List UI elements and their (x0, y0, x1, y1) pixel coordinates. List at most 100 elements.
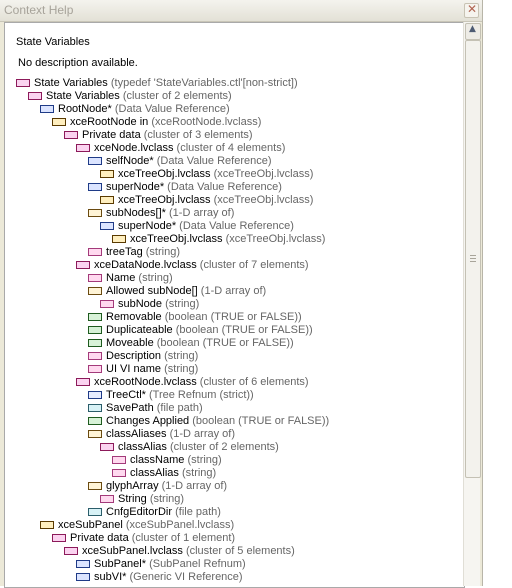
tree-row: className (string) (112, 454, 222, 467)
tree-row: xceTreeObj.lvclass (xceTreeObj.lvclass) (100, 194, 313, 207)
tree-row: String (string) (100, 493, 184, 506)
cluster-icon (52, 534, 66, 543)
obj-icon (40, 521, 54, 530)
tree-row: SubPanel* (SubPanel Refnum) (76, 558, 246, 571)
tree-row-type: (xceTreeObj.lvclass) (213, 168, 314, 180)
tree-row: classAlias (cluster of 2 elements) (100, 441, 279, 454)
tree-row-name: subNode (118, 298, 163, 310)
tree-row: xceDataNode.lvclass (cluster of 7 elemen… (76, 259, 309, 272)
tree-row-type: (Data Value Reference) (114, 103, 230, 115)
tree-row-name: superNode* (106, 181, 165, 193)
tree-row-type: (Generic VI Reference) (129, 571, 243, 583)
tree-row-name: selfNode* (106, 155, 154, 167)
tree-row-name: TreeCtl* (106, 389, 146, 401)
tree-row-name: className (130, 454, 185, 466)
tree-row: Moveable (boolean (TRUE or FALSE)) (88, 337, 294, 350)
obj-icon (100, 196, 114, 205)
tree-row-name: UI VI name (106, 363, 162, 375)
tree-row-name: Description (106, 350, 162, 362)
tree-row-name: xceSubPanel (58, 519, 123, 531)
tree-row: xceRootNode.lvclass (cluster of 6 elemen… (76, 376, 309, 389)
close-button[interactable]: ✕ (464, 2, 479, 18)
tree-row-type: (cluster of 6 elements) (199, 376, 309, 388)
string-icon (88, 274, 102, 283)
array-icon (88, 209, 102, 218)
string-icon (112, 456, 126, 465)
tree-row-type: (Data Value Reference) (179, 220, 294, 232)
refnum-icon (76, 573, 90, 582)
tree-row-name: SubPanel* (94, 558, 146, 570)
string-icon (88, 352, 102, 361)
tree-row-name: classAlias (130, 467, 179, 479)
tree-row: Duplicateable (boolean (TRUE or FALSE)) (88, 324, 313, 337)
scroll-thumb[interactable] (465, 40, 481, 478)
tree-row: Changes Applied (boolean (TRUE or FALSE)… (88, 415, 329, 428)
help-description: No description available. (18, 57, 138, 69)
tree-row-name: Private data (82, 129, 141, 141)
grip-line (470, 258, 476, 259)
grip-line (470, 255, 476, 256)
tree-row-type: (cluster of 7 elements) (199, 259, 309, 271)
tree-row-name: xceTreeObj.lvclass (118, 168, 211, 180)
tree-row: subVI* (Generic VI Reference) (76, 571, 243, 584)
tree-row-name: subNodes[]* (106, 207, 166, 219)
close-icon: ✕ (467, 2, 478, 16)
grip-line (470, 261, 476, 262)
tree-row: State Variables (cluster of 2 elements) (28, 90, 232, 103)
tree-row: Allowed subNode[] (1-D array of) (88, 285, 266, 298)
tree-row: xceTreeObj.lvclass (xceTreeObj.lvclass) (100, 168, 313, 181)
tree-row: SavePath (file path) (88, 402, 203, 415)
cluster-icon (76, 378, 90, 387)
tree-row-type: (Data Value Reference) (167, 181, 282, 193)
treeref-icon (88, 391, 102, 400)
tree-row-type: (1-D array of) (169, 207, 235, 219)
tree-row-name: String (118, 493, 147, 505)
scroll-up-button[interactable]: ▲ (465, 23, 481, 40)
refnum-icon (88, 157, 102, 166)
tree-row: xceSubPanel.lvclass (cluster of 5 elemen… (64, 545, 295, 558)
path-icon (88, 508, 102, 517)
bool-icon (88, 313, 102, 322)
tree-row-type: (xceTreeObj.lvclass) (225, 233, 326, 245)
tree-row-name: Name (106, 272, 136, 284)
bool-icon (88, 326, 102, 335)
refnum-icon (88, 183, 102, 192)
tree-row-type: (Data Value Reference) (156, 155, 272, 167)
tree-row-type: (xceTreeObj.lvclass) (213, 194, 314, 206)
tree-row-name: xceRootNode in (70, 116, 149, 128)
tree-row-name: Duplicateable (106, 324, 173, 336)
tree-row-name: classAliases (106, 428, 167, 440)
tree-row-name: xceDataNode.lvclass (94, 259, 197, 271)
tree-row-name: subVI* (94, 571, 127, 583)
string-icon (100, 495, 114, 504)
tree-row: xceSubPanel (xceSubPanel.lvclass) (40, 519, 234, 532)
title-bar[interactable]: Context Help ✕ (0, 0, 482, 22)
vertical-scrollbar[interactable]: ▲ (463, 22, 481, 586)
tree-row-type: (string) (164, 363, 199, 375)
tree-row-type: (string) (165, 298, 200, 310)
tree-row-name: State Variables (46, 90, 120, 102)
obj-icon (112, 235, 126, 244)
string-icon (88, 248, 102, 257)
tree-row-type: (cluster of 1 element) (131, 532, 236, 544)
tree-row: UI VI name (string) (88, 363, 198, 376)
tree-row-type: (typedef 'StateVariables.ctl'[non-strict… (110, 77, 298, 89)
tree-row-type: (file path) (175, 506, 221, 518)
tree-row-type: (xceSubPanel.lvclass) (125, 519, 235, 531)
tree-row-type: (cluster of 5 elements) (185, 545, 295, 557)
tree-row: Description (string) (88, 350, 198, 363)
tree-row-name: Private data (70, 532, 129, 544)
tree-row-type: (boolean (TRUE or FALSE)) (164, 311, 302, 323)
tree-row-name: superNode* (118, 220, 177, 232)
tree-row: subNodes[]* (1-D array of) (88, 207, 234, 220)
tree-row-name: xceSubPanel.lvclass (82, 545, 183, 557)
refnum-icon (76, 560, 90, 569)
tree-row: Name (string) (88, 272, 173, 285)
tree-row-name: glyphArray (106, 480, 159, 492)
tree-row-type: (1-D array of) (200, 285, 267, 297)
tree-row-type: (boolean (TRUE or FALSE)) (156, 337, 294, 349)
array-icon (88, 287, 102, 296)
tree-row-type: (cluster of 2 elements) (122, 90, 232, 102)
tree-row-type: (file path) (156, 402, 203, 414)
tree-row-type: (xceRootNode.lvclass) (151, 116, 262, 128)
